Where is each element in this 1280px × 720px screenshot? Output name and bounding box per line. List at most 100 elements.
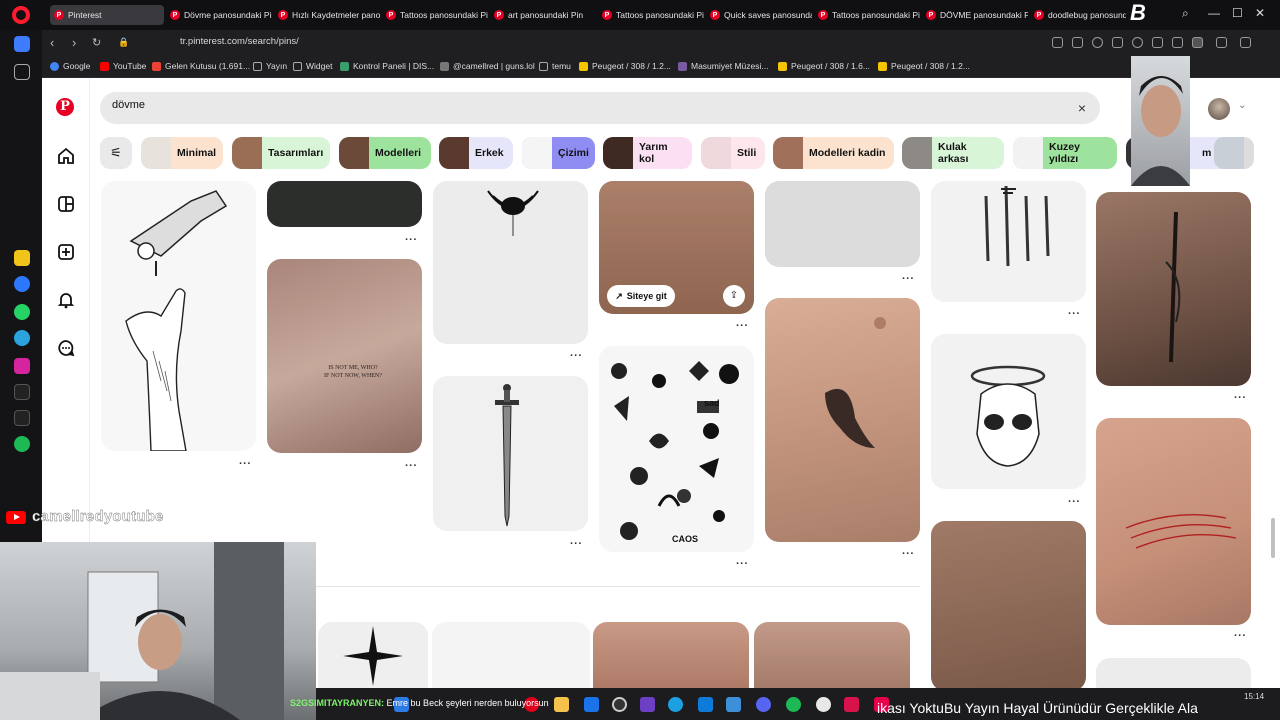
pin-more-icon[interactable]: ··· [1068,308,1081,320]
chip-kuzey-yildizi[interactable]: Kuzey yıldızı [1013,137,1117,169]
pin-sword-tattoo[interactable] [433,376,588,531]
x-icon[interactable] [14,410,30,426]
adblock-icon[interactable] [1092,37,1103,48]
tab-7[interactable]: P Quick saves panosundak [706,5,812,25]
pin-more-icon[interactable]: ··· [1234,630,1247,642]
spotify-icon[interactable] [14,436,30,452]
pin-back-photo[interactable] [754,622,910,688]
aria-ai-icon[interactable] [1240,37,1251,48]
file-explorer-icon[interactable] [554,697,569,712]
telegram-icon[interactable] [14,330,30,346]
tab-10[interactable]: Pdoodlebug panosund [1030,5,1126,25]
back-icon[interactable]: ‹ [50,35,54,50]
chip-kulak-arkasi[interactable]: Kulak arkası [902,137,1004,169]
pin-dark-photo[interactable] [267,181,422,227]
pin-skull-crown[interactable] [931,334,1086,489]
close-window-icon[interactable]: ✕ [1255,6,1265,20]
search-input[interactable] [112,99,1012,111]
bookmark-widget[interactable]: Widget [293,61,332,71]
pin-more-icon[interactable]: ··· [570,538,583,550]
tiktok-icon[interactable] [14,384,30,400]
pin-star-tattoo[interactable] [318,622,428,688]
chip-cizimi[interactable]: Çizimi [522,137,595,169]
bookmark-gmail[interactable]: Gelen Kutusu (1.691... [152,61,250,71]
chip-erkek[interactable]: Erkek [439,137,513,169]
tab-4[interactable]: P Tattoos panosundaki Pin [382,5,488,25]
search-tabs-icon[interactable]: ⌕ [1182,6,1189,21]
valorant-icon[interactable] [844,697,859,712]
chip-minimal[interactable]: Minimal [141,137,223,169]
bookmark-google[interactable]: Google [50,61,90,71]
clear-search-icon[interactable]: × [1078,100,1086,116]
pin-spider-sketch[interactable] [433,181,588,344]
chip-partial[interactable] [1214,137,1254,169]
pin-more-icon[interactable]: ··· [736,320,749,332]
office-icon[interactable] [640,697,655,712]
chip-yarim-kol[interactable]: Yarım kol [603,137,692,169]
pin-more-icon[interactable]: ··· [405,460,418,472]
bookmark-kontrol-paneli[interactable]: Kontrol Paneli | DIS... [340,61,434,71]
pin-more-icon[interactable]: ··· [736,558,749,570]
tab-2[interactable]: P Dövme panosundaki Pin [166,5,272,25]
minimize-icon[interactable]: — [1208,6,1220,20]
pin-more-icon[interactable]: ··· [902,548,915,560]
edge-icon[interactable] [668,697,683,712]
avatar[interactable] [1208,98,1230,120]
obs-icon[interactable] [612,697,627,712]
home-icon[interactable] [56,146,76,166]
tab-pinterest[interactable]: P Pinterest [50,5,164,25]
chrome-icon[interactable] [816,697,831,712]
pin-more-icon[interactable]: ··· [1068,496,1081,508]
reload-icon[interactable]: ↻ [92,36,101,49]
pin-forearm-tattoo[interactable] [1096,192,1251,386]
chip-modelleri[interactable]: Modelleri [339,137,431,169]
bookmark-youtube[interactable]: YouTube [100,61,146,71]
tab-6[interactable]: P Tattoos panosundaki Pin [598,5,704,25]
pin-shark-tattoo[interactable] [765,298,920,542]
filter-icon[interactable]: ⚟ [100,137,132,169]
tab-9[interactable]: P DÖVME panosundaki Pin [922,5,1028,25]
pin-more-icon[interactable]: ··· [570,350,583,362]
bookmark-masumiyet[interactable]: Masumiyet Müzesi... [678,61,768,71]
tab-capture-icon[interactable] [1052,37,1063,48]
url-field[interactable]: tr.pinterest.com/search/pins/ [180,36,299,47]
chip-tasarimlari[interactable]: Tasarımları [232,137,330,169]
instagram-icon[interactable] [14,358,30,374]
bookmark-peugeot-3[interactable]: Peugeot / 308 / 1.2... [878,61,970,71]
bookmark-peugeot-1[interactable]: Peugeot / 308 / 1.2... [579,61,671,71]
pin-more-icon[interactable]: ··· [1234,392,1247,404]
spotify-icon[interactable] [786,697,801,712]
pin-partial[interactable] [1096,658,1251,688]
cube-icon[interactable] [1216,37,1227,48]
bookmark-temu[interactable]: temu [539,61,571,71]
download-icon[interactable] [1152,37,1163,48]
pin-small-symbols[interactable] [432,622,590,688]
messenger-icon[interactable] [14,276,30,292]
bookmark-guns-lol[interactable]: @camellred | guns.lol [440,61,535,71]
page-scrollbar[interactable] [1271,518,1275,558]
chip-modelleri-kadin[interactable]: Modelleri kadin [773,137,894,169]
pin-hand-drawing[interactable] [101,181,256,451]
tab-8[interactable]: P Tattoos panosundaki Pin [814,5,920,25]
share-button[interactable]: ⇪ [723,285,745,307]
pin-sleeve-tattoo[interactable] [931,521,1086,688]
pin-red-script-tattoo[interactable] [1096,418,1251,625]
bookmark-yayin[interactable]: Yayın [253,61,287,71]
chip-stili[interactable]: Stili [701,137,765,169]
whatsapp-icon[interactable] [14,304,30,320]
pin-gray-sketch[interactable] [765,181,920,267]
pin-quote-tattoo[interactable]: IS NOT ME, WHO? IF NOT NOW, WHEN? [267,259,422,453]
system-clock[interactable]: 15:14 [1244,692,1264,702]
snapshot-icon[interactable] [1072,37,1083,48]
notifications-icon[interactable] [56,290,76,310]
tab-5[interactable]: Part panosundaki Pin [490,5,596,25]
pin-more-icon[interactable]: ··· [239,458,252,470]
settings-icon[interactable] [726,697,741,712]
mail-icon[interactable] [698,697,713,712]
maximize-icon[interactable]: ☐ [1232,6,1243,20]
chevron-down-icon[interactable]: ⌄ [1238,100,1246,111]
pin-daggers-tattoo[interactable] [931,181,1086,302]
visit-site-button[interactable]: ↗ Siteye git [607,285,675,307]
pin-flash-sheet[interactable]: sad CAOS [599,346,754,552]
explore-icon[interactable] [56,194,76,214]
